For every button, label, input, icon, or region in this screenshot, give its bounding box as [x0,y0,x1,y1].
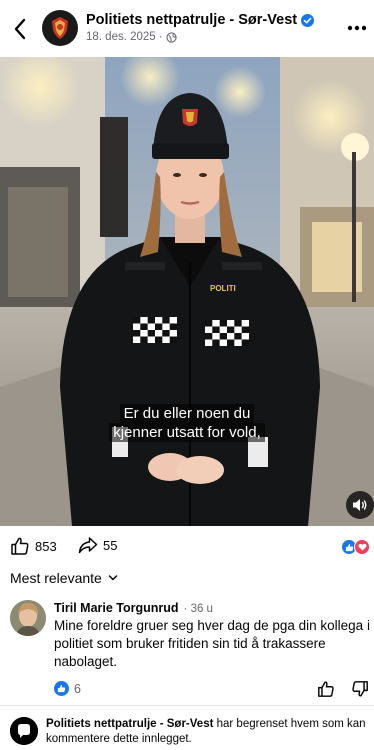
thumbs-down-icon [352,681,368,697]
thumbs-up-icon [11,537,29,555]
comment-like-button[interactable] [317,680,335,698]
back-arrow-icon [14,18,26,40]
caption-line-1: Er du eller noen du [119,404,255,423]
restriction-text: Politiets nettpatrulje - Sør-Vest har be… [46,717,368,747]
page-name[interactable]: Politiets nettpatrulje - Sør-Vest [86,12,297,28]
comment-reaction-count[interactable]: 6 [54,681,81,696]
post-date[interactable]: 18. des. 2025 · [86,31,163,43]
commenter-photo [10,600,46,636]
page-name-row: Politiets nettpatrulje - Sør-Vest [86,12,315,28]
share-action[interactable]: 55 [78,536,117,554]
sort-label: Mest relevante [10,570,102,586]
police-emblem-icon [52,17,68,39]
comment-time[interactable]: · 36 u [184,603,213,615]
share-arrow-icon [78,537,98,554]
post-meta: 18. des. 2025 · [86,31,177,43]
speaker-icon [353,499,367,511]
comment-like-reaction-icon [54,681,69,696]
commenter-avatar[interactable] [10,600,46,636]
restriction-page-name[interactable]: Politiets nettpatrulje - Sør-Vest [46,718,213,730]
more-dots-icon [347,25,367,31]
chevron-down-icon [108,575,118,581]
checkered-patch-left [133,317,178,343]
like-count: 853 [35,538,57,554]
reaction-summary[interactable] [341,539,370,555]
comment-like-count: 6 [74,681,81,696]
comment-text: Mine foreldre gruer seg hver dag de pga … [54,618,370,669]
comment-header: Tiril Marie Torgunrud · 36 u [54,601,213,615]
video-caption: Er du eller noen du kjenner utsatt for v… [0,404,374,442]
video-player[interactable]: POLITI Er du eller noen du kjenner utsat… [0,57,374,526]
comment-sort-dropdown[interactable]: Mest relevante [10,570,118,586]
jacket-politi-label: POLITI [210,284,236,293]
sound-toggle-button[interactable] [346,491,374,519]
thumbs-up-icon [318,681,334,697]
back-button[interactable] [8,15,32,43]
share-count: 55 [103,537,118,553]
love-reaction-icon [354,539,370,555]
like-action[interactable]: 853 [10,536,57,556]
comment-dislike-button[interactable] [351,680,369,698]
globe-icon [166,31,177,43]
video-frame: POLITI [0,57,374,526]
comment-author[interactable]: Tiril Marie Torgunrud [54,601,179,615]
more-options-button[interactable] [346,18,368,38]
verified-badge-icon [301,13,315,27]
checkered-patch-right [205,320,250,346]
page-avatar[interactable] [42,10,78,46]
reactions-bar: 853 55 [0,526,374,566]
comment-restriction-notice: Politiets nettpatrulje - Sør-Vest har be… [0,706,374,750]
caption-line-2: kjenner utsatt for vold, [109,423,265,442]
speech-bubble-icon [10,717,38,745]
post-header: Politiets nettpatrulje - Sør-Vest 18. de… [0,0,374,57]
page-avatar-small [10,717,38,745]
